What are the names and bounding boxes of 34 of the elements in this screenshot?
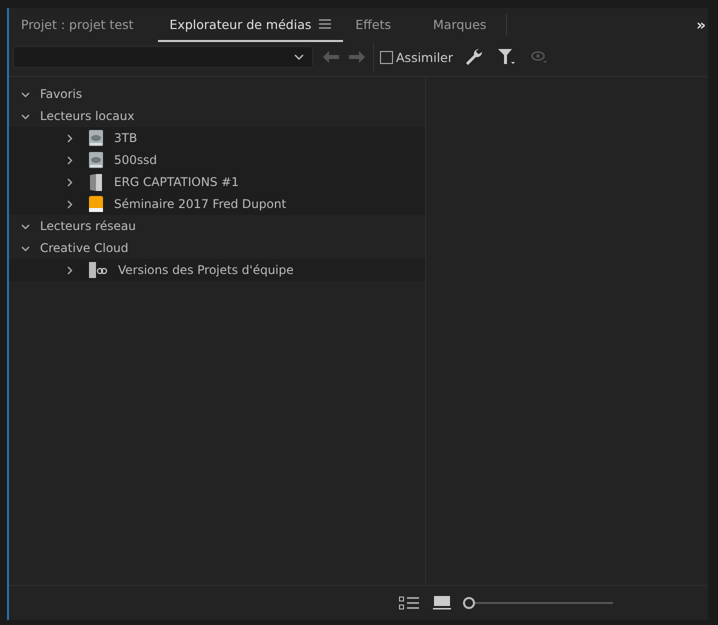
expand-chevron-icon[interactable] [21,90,30,98]
filter-icon[interactable] [497,48,518,66]
icon-view-icon[interactable] [433,596,451,610]
expand-chevron-icon[interactable] [65,178,74,186]
expand-chevron-icon[interactable] [65,156,74,164]
hard-drive-icon [88,129,104,147]
panel-tab[interactable]: Projet : projet test [19,8,146,42]
expand-chevron-icon[interactable] [65,134,74,142]
panel-tab[interactable]: Marques [421,8,498,42]
overflow-button[interactable]: » [696,16,706,34]
panel-tab[interactable]: Explorateur de médias [158,8,344,42]
list-view-icon[interactable] [399,596,421,610]
linked-drive-icon [88,261,108,279]
expand-chevron-icon[interactable] [21,244,30,252]
chevron-down-icon [294,54,304,60]
ingest-label: Assimiler [396,50,454,64]
expand-chevron-icon[interactable] [65,200,74,208]
expand-chevron-icon[interactable] [21,222,30,230]
panel-tab[interactable]: Effets [343,8,403,42]
tree-item[interactable]: Favoris [40,87,82,101]
tree-item[interactable]: 500ssd [114,153,158,167]
ingest-checkbox[interactable] [380,50,393,64]
tree-item[interactable]: Creative Cloud [40,241,128,255]
tower-drive-icon [88,173,104,191]
tree-item[interactable]: ERG CAPTATIONS #1 [114,175,239,189]
menu-icon[interactable] [319,19,332,29]
tree-item[interactable]: 3TB [114,131,138,145]
external-drive-icon [88,195,104,213]
expand-chevron-icon[interactable] [21,112,30,120]
zoom-slider[interactable] [463,597,613,609]
tree-item[interactable]: Lecteurs réseau [40,219,136,233]
expand-chevron-icon[interactable] [65,266,74,274]
hard-drive-icon [88,151,104,169]
tree-item[interactable]: Lecteurs locaux [40,109,134,123]
